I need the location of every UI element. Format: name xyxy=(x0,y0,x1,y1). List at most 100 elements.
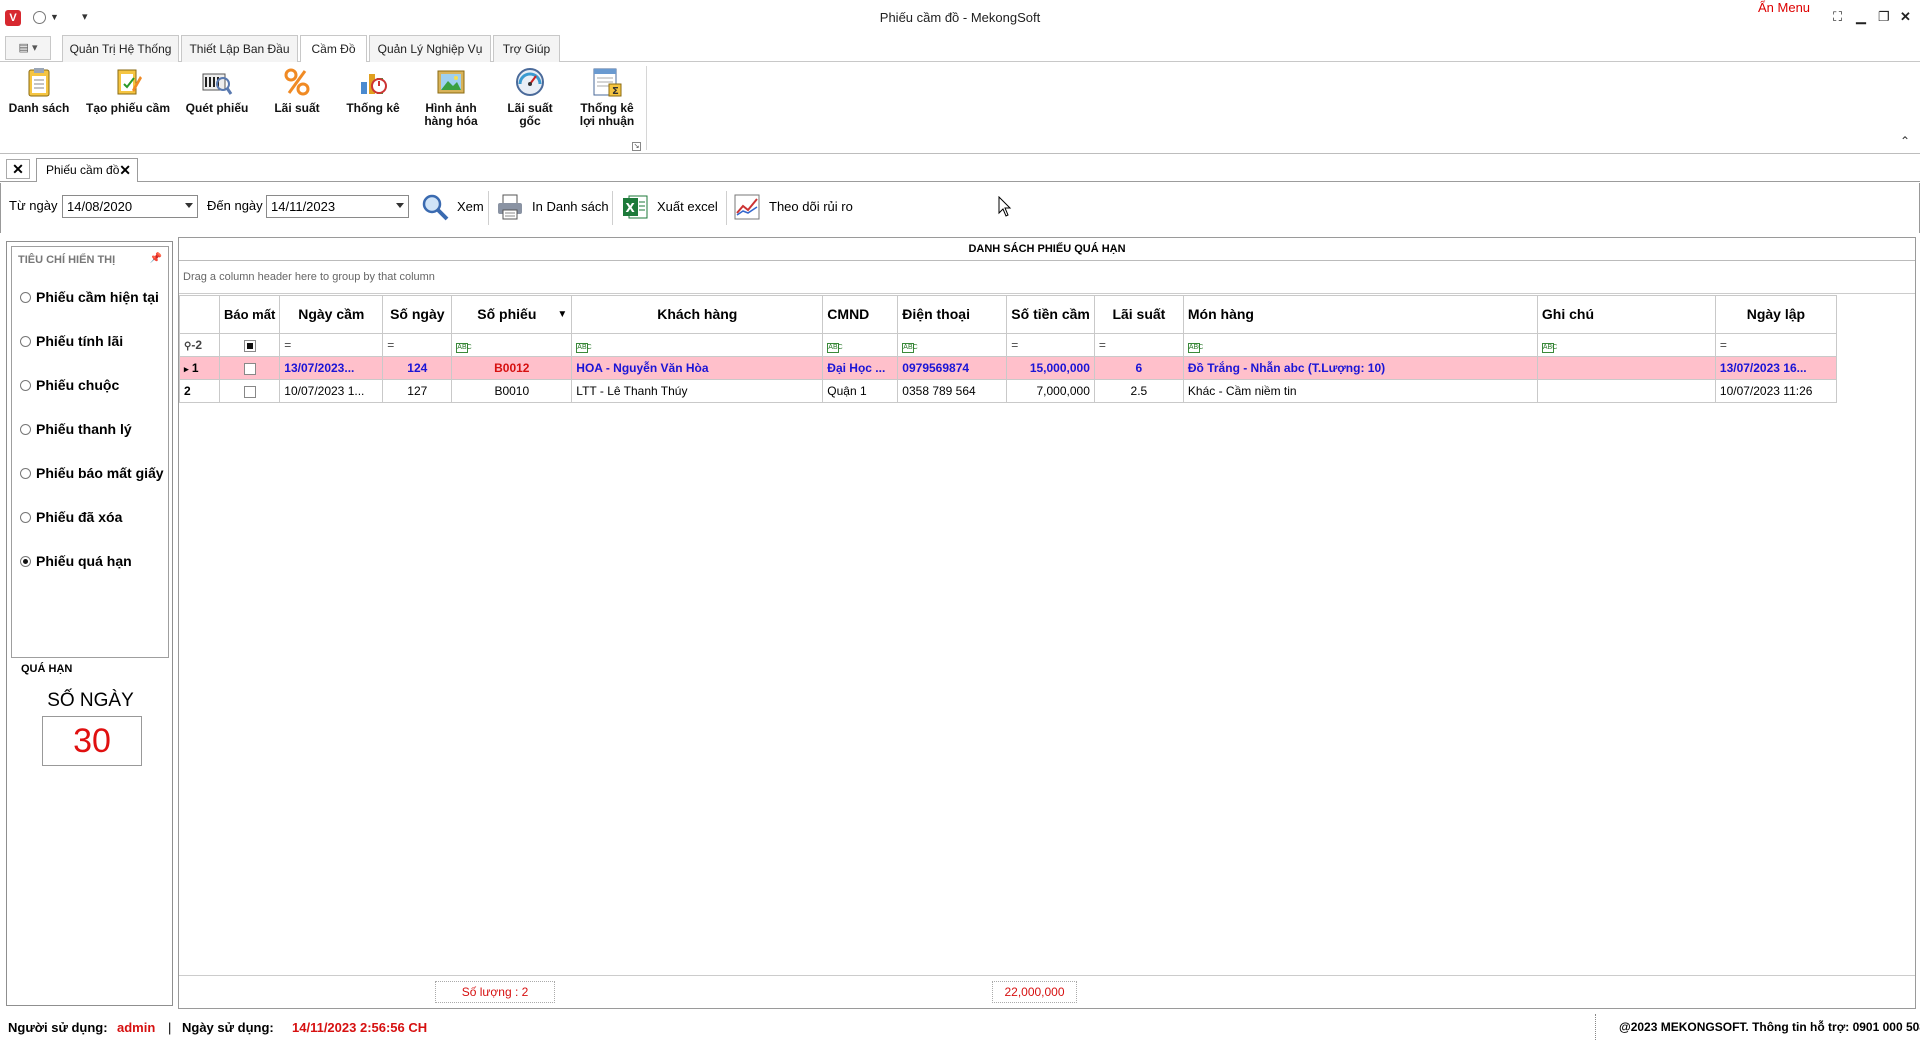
col-so-phieu[interactable]: Số phiếu ▼ xyxy=(451,295,573,334)
close-window-icon[interactable]: ✕ xyxy=(1900,9,1911,25)
risk-tracking-button[interactable]: Theo dõi rủi ro xyxy=(733,191,863,223)
radio-icon[interactable] xyxy=(20,424,31,435)
to-date-input[interactable]: 14/11/2023 xyxy=(266,195,409,218)
radio-icon[interactable] xyxy=(20,468,31,479)
cell-ghi-chu[interactable] xyxy=(1536,356,1716,380)
row-indicator[interactable]: ▸ 1 xyxy=(179,356,220,380)
app-menu-button[interactable]: ▤ ▾ xyxy=(5,36,51,60)
sort-dropdown-icon[interactable]: ▼ xyxy=(557,307,567,322)
tab-tro-giup[interactable]: Trợ Giúp xyxy=(493,35,560,62)
checkbox-icon[interactable] xyxy=(243,385,256,398)
option-phieu-chuoc[interactable]: Phiếu chuộc xyxy=(20,375,119,395)
col-mon-hang[interactable]: Món hàng xyxy=(1182,295,1538,334)
filter-so-tien-cam[interactable]: = xyxy=(1006,333,1095,357)
filter-cmnd[interactable]: ABC xyxy=(822,333,899,357)
cell-ngay-cam[interactable]: 13/07/2023... xyxy=(279,356,384,380)
export-excel-button[interactable]: X Xuất excel xyxy=(621,191,721,223)
option-phieu-qua-han[interactable]: Phiếu quá hạn xyxy=(20,551,132,571)
checkbox-indeterminate-icon[interactable] xyxy=(243,339,256,352)
cell-cmnd[interactable]: Quận 1 xyxy=(822,379,899,403)
cell-cmnd[interactable]: Đại Học ... xyxy=(822,356,899,380)
col-khach-hang[interactable]: Khách hàng xyxy=(571,295,824,334)
cell-ngay-lap[interactable]: 13/07/2023 16... xyxy=(1714,356,1837,380)
radio-icon[interactable] xyxy=(20,292,31,303)
cell-lai-suat[interactable]: 6 xyxy=(1093,356,1184,380)
table-row[interactable]: ▸ 1 13/07/2023... 124 B0012 HOA - Nguyễn… xyxy=(179,356,1837,380)
radio-icon[interactable] xyxy=(20,336,31,347)
col-ngay-cam[interactable]: Ngày cầm xyxy=(279,295,384,334)
cell-bao-mat[interactable] xyxy=(218,379,281,403)
radio-icon[interactable] xyxy=(20,380,31,391)
filter-mon-hang[interactable]: ABC xyxy=(1182,333,1538,357)
cell-ngay-cam[interactable]: 10/07/2023 1... xyxy=(279,379,384,403)
cell-so-phieu[interactable]: B0012 xyxy=(451,356,573,380)
cell-ngay-lap[interactable]: 10/07/2023 11:26 xyxy=(1714,379,1837,403)
restore-icon[interactable]: ❐ xyxy=(1878,9,1890,25)
tab-thiet-lap-ban-dau[interactable]: Thiết Lập Ban Đầu xyxy=(181,35,298,62)
table-row[interactable]: 2 10/07/2023 1... 127 B0010 LTT - Lê Tha… xyxy=(179,379,1837,403)
filter-ngay-lap[interactable]: = xyxy=(1714,333,1837,357)
danh-sach-button[interactable]: Danh sách xyxy=(6,66,72,115)
radio-selected-icon[interactable] xyxy=(20,556,31,567)
cell-so-phieu[interactable]: B0010 xyxy=(451,379,573,403)
cell-ghi-chu[interactable] xyxy=(1536,379,1716,403)
tab-phieu-cam-do[interactable]: Phiếu cầm đồ ✕ xyxy=(36,158,138,182)
cell-lai-suat[interactable]: 2.5 xyxy=(1093,379,1184,403)
radio-icon[interactable] xyxy=(20,512,31,523)
cell-so-ngay[interactable]: 124 xyxy=(382,356,453,380)
pin-icon[interactable]: 📌 xyxy=(150,253,162,264)
col-dien-thoai[interactable]: Điện thoại xyxy=(897,295,1008,334)
print-list-button[interactable]: In Danh sách xyxy=(496,191,609,223)
filter-khach-hang[interactable]: ABC xyxy=(571,333,824,357)
tab-cam-do[interactable]: Cầm Đồ xyxy=(300,35,367,63)
option-phieu-bao-mat-giay[interactable]: Phiếu báo mất giấy xyxy=(20,463,164,483)
col-so-ngay[interactable]: Số ngày xyxy=(382,295,453,334)
quet-phieu-button[interactable]: Quét phiếu xyxy=(184,66,250,115)
cell-so-tien-cam[interactable]: 7,000,000 xyxy=(1006,379,1095,403)
group-by-panel[interactable]: Drag a column header here to group by th… xyxy=(179,262,1915,294)
cell-khach-hang[interactable]: LTT - Lê Thanh Thúy xyxy=(571,379,824,403)
filter-bao-mat[interactable] xyxy=(218,333,281,357)
col-ghi-chu[interactable]: Ghi chú xyxy=(1536,295,1716,334)
cell-dien-thoai[interactable]: 0979569874 xyxy=(897,356,1008,380)
cell-mon-hang[interactable]: Đồ Trắng - Nhẫn abc (T.Lượng: 10) xyxy=(1182,356,1538,380)
tab-quan-tri-he-thong[interactable]: Quản Trị Hệ Thống xyxy=(62,35,179,62)
filter-ngay-cam[interactable]: = xyxy=(279,333,384,357)
col-bao-mat[interactable]: Báo mất xyxy=(218,295,281,334)
option-phieu-thanh-ly[interactable]: Phiếu thanh lý xyxy=(20,419,132,439)
filter-dien-thoai[interactable]: ABC xyxy=(897,333,1008,357)
cell-khach-hang[interactable]: HOA - Nguyễn Văn Hòa xyxy=(571,356,824,380)
thong-ke-loi-nhuan-button[interactable]: Σ Thống kê lợi nhuận xyxy=(572,66,642,128)
view-button[interactable]: Xem xyxy=(421,191,485,223)
col-ngay-lap[interactable]: Ngày lập xyxy=(1714,295,1837,334)
from-date-input[interactable]: 14/08/2020 xyxy=(62,195,198,218)
minimize-icon[interactable]: ▁ xyxy=(1856,9,1866,25)
cell-so-ngay[interactable]: 127 xyxy=(382,379,453,403)
option-phieu-da-xoa[interactable]: Phiếu đã xóa xyxy=(20,507,122,527)
hide-menu-link[interactable]: Ẩn Menu xyxy=(1758,0,1810,15)
cell-dien-thoai[interactable]: 0358 789 564 xyxy=(897,379,1008,403)
filter-ghi-chu[interactable]: ABC xyxy=(1536,333,1716,357)
col-lai-suat[interactable]: Lãi suất xyxy=(1093,295,1184,334)
close-all-tabs-icon[interactable]: ✕ xyxy=(6,159,30,179)
checkbox-icon[interactable] xyxy=(243,362,256,375)
col-cmnd[interactable]: CMND xyxy=(822,295,899,334)
filter-so-ngay[interactable]: = xyxy=(382,333,453,357)
days-input[interactable]: 30 xyxy=(42,716,142,766)
cell-mon-hang[interactable]: Khác - Cầm niềm tin xyxy=(1182,379,1538,403)
option-phieu-cam-hien-tai[interactable]: Phiếu cầm hiện tại xyxy=(20,287,159,307)
fullscreen-icon[interactable]: ⛶ xyxy=(1833,9,1842,25)
lai-suat-button[interactable]: Lãi suất xyxy=(264,66,330,115)
col-so-tien-cam[interactable]: Số tiền cầm xyxy=(1006,295,1095,334)
row-indicator[interactable]: 2 xyxy=(179,379,220,403)
tao-phieu-cam-button[interactable]: Tạo phiếu cầm xyxy=(84,66,172,115)
filter-lai-suat[interactable]: = xyxy=(1093,333,1184,357)
close-tab-icon[interactable]: ✕ xyxy=(119,159,131,181)
lai-suat-goc-button[interactable]: Lãi suất gốc xyxy=(497,66,563,128)
collapse-ribbon-icon[interactable]: ⌃ xyxy=(1900,134,1910,148)
cell-bao-mat[interactable] xyxy=(218,356,281,380)
filter-so-phieu[interactable]: ABC xyxy=(451,333,573,357)
hinh-anh-hang-hoa-button[interactable]: Hình ảnh hàng hóa xyxy=(418,66,484,128)
ribbon-group-launcher-icon[interactable]: ↘ xyxy=(632,142,641,151)
thong-ke-button[interactable]: Thống kê xyxy=(340,66,406,115)
